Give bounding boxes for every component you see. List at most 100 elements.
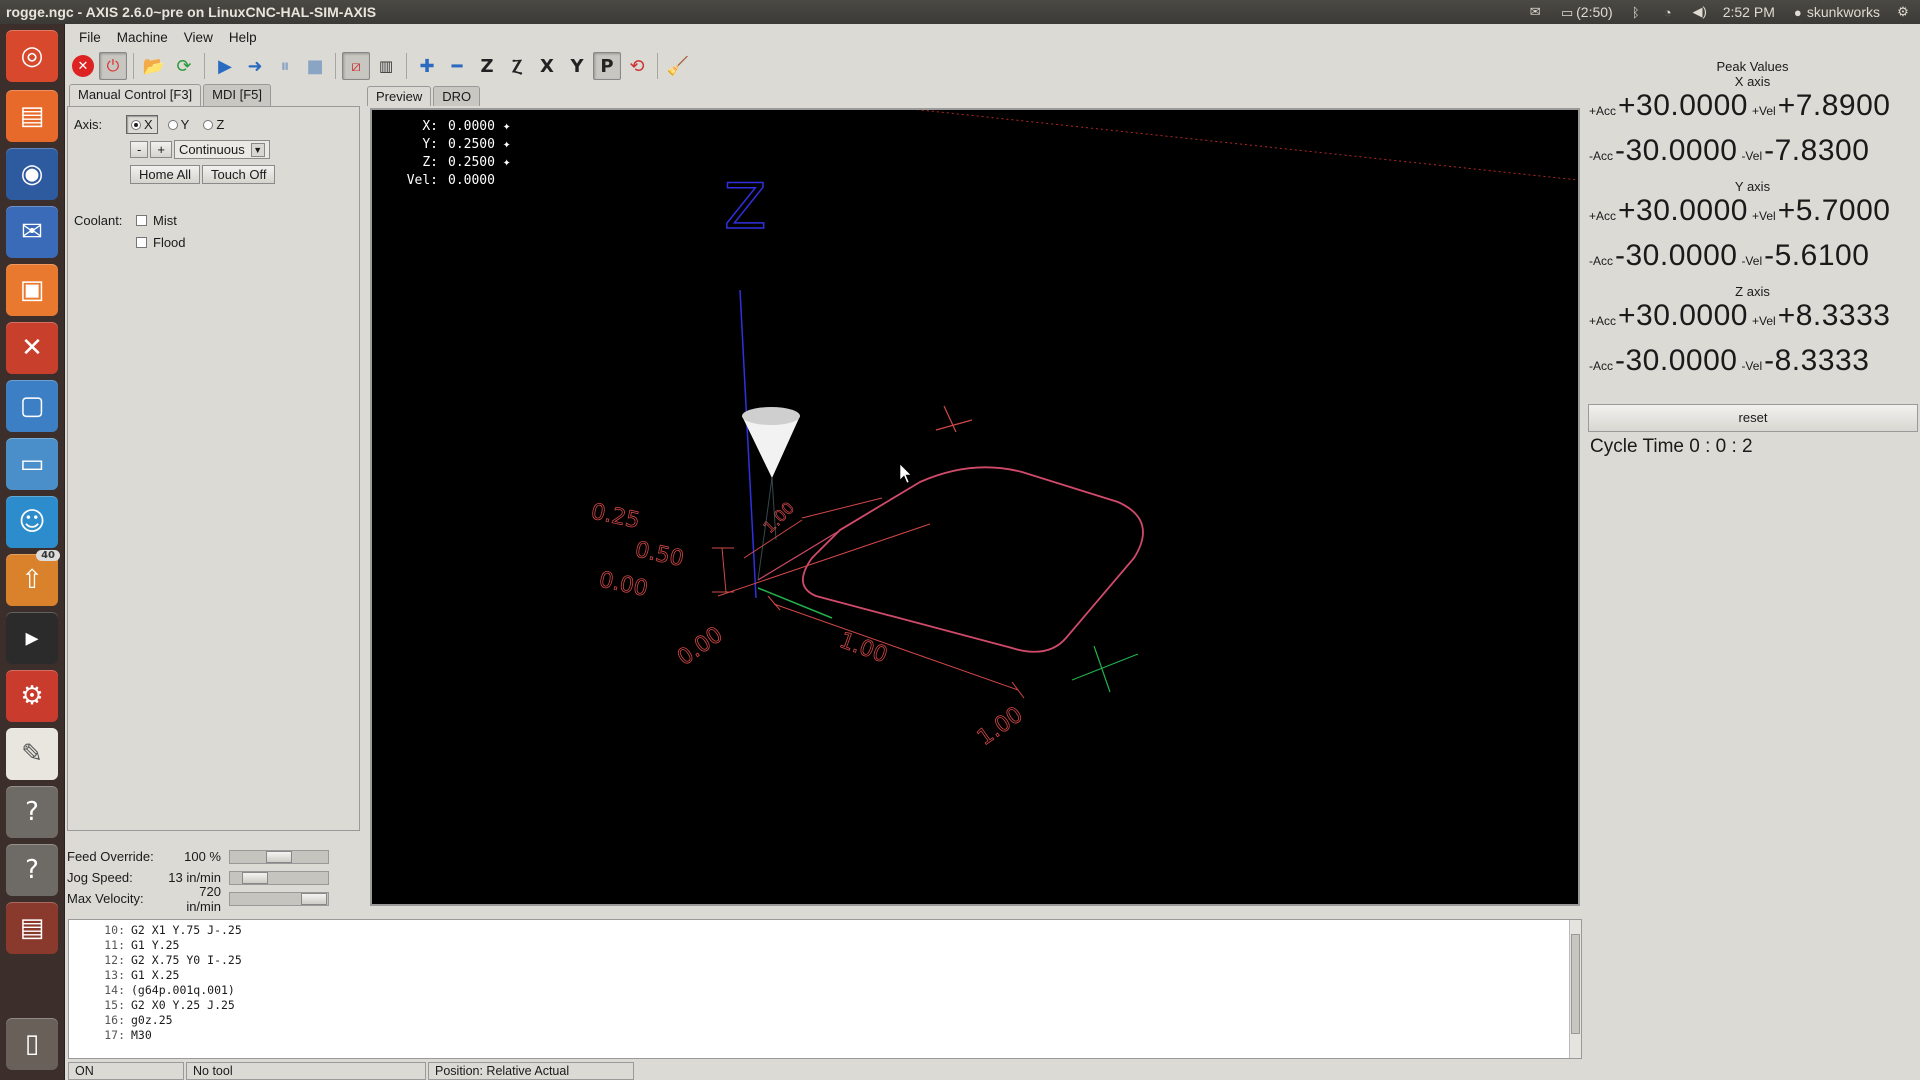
bluetooth-icon[interactable]: ᛒ: [1627, 5, 1645, 20]
jog-minus-button[interactable]: -: [130, 141, 149, 158]
jog-plus-button[interactable]: +: [150, 141, 172, 158]
window-title: rogge.ngc - AXIS 2.6.0~pre on LinuxCNC-H…: [6, 4, 377, 20]
workspace-switcher-icon[interactable]: ▤: [6, 902, 58, 954]
gcode-line[interactable]: 11: G1 Y.25: [69, 938, 1581, 953]
volume-icon[interactable]: ◀): [1691, 4, 1709, 19]
open-file-icon[interactable]: 📂: [140, 52, 168, 80]
user-menu[interactable]: ● skunkworks: [1789, 4, 1880, 20]
max-velocity-label: Max Velocity:: [67, 891, 144, 906]
view-x-icon[interactable]: X: [533, 52, 561, 80]
gcode-line[interactable]: 13: G1 X.25: [69, 968, 1581, 983]
acc-minus-label: -Acc: [1589, 359, 1613, 373]
gcode-line[interactable]: 16: g0z.25: [69, 1013, 1581, 1028]
pause-icon[interactable]: ⏸: [271, 52, 299, 80]
gcode-line-text: G1 X.25: [131, 968, 180, 982]
menu-file[interactable]: File: [71, 30, 109, 45]
user-icon: ●: [1793, 5, 1802, 20]
view-z2-icon[interactable]: Ⲍ: [503, 52, 531, 80]
z-top-label: 0.25: [589, 499, 642, 534]
mist-checkbox[interactable]: Mist: [136, 213, 177, 228]
optional-stop-icon[interactable]: ▥: [372, 52, 400, 80]
clear-backplot-icon[interactable]: 🧹: [664, 52, 692, 80]
mail-icon[interactable]: ✉: [1526, 4, 1544, 19]
dro-vel-value: 0.0000: [448, 173, 495, 188]
gcode-line[interactable]: 10: G2 X1 Y.75 J-.25: [69, 923, 1581, 938]
battery-indicator[interactable]: ▭ (2:50): [1558, 4, 1613, 20]
tab-manual-control[interactable]: Manual Control [F3]: [69, 84, 202, 106]
menu-machine[interactable]: Machine: [109, 30, 176, 45]
gcode-line[interactable]: 15: G2 X0 Y.25 J.25: [69, 998, 1581, 1013]
flood-checkbox[interactable]: Flood: [136, 235, 186, 250]
files-icon[interactable]: ▤: [6, 90, 58, 142]
run-icon[interactable]: ▶: [211, 52, 239, 80]
extent-line: [717, 523, 931, 597]
software-center-icon[interactable]: ▣: [6, 264, 58, 316]
clock[interactable]: 2:52 PM: [1723, 4, 1775, 20]
gcode-line[interactable]: 17: M30: [69, 1028, 1581, 1043]
view-perspective-icon[interactable]: P: [593, 52, 621, 80]
virtualbox-icon[interactable]: ▢: [6, 380, 58, 432]
firefox-icon[interactable]: ◉: [6, 148, 58, 200]
vel-minus-label: -Vel: [1741, 149, 1763, 163]
menu-view[interactable]: View: [176, 30, 221, 45]
chat-icon[interactable]: ☺: [6, 496, 58, 548]
text-editor-icon[interactable]: ✎: [6, 728, 58, 780]
thunderbird-icon[interactable]: ✉: [6, 206, 58, 258]
reset-button[interactable]: reset: [1588, 404, 1918, 432]
slider-thumb[interactable]: [301, 892, 328, 905]
axis-radio-z[interactable]: Z: [199, 116, 228, 133]
gcode-listing[interactable]: 10: G2 X1 Y.75 J-.25 11: G1 Y.25 12: G2 X.75 …: [68, 919, 1582, 1059]
dro-x-value: 0.0000: [448, 119, 495, 134]
dro-x-label: X:: [422, 119, 438, 134]
axis-radio-y[interactable]: Y: [164, 116, 194, 133]
linuxcnc-icon[interactable]: ⚙: [6, 670, 58, 722]
gcode-line-number: 14:: [104, 983, 125, 997]
tab-mdi[interactable]: MDI [F5]: [203, 84, 272, 106]
machine-power-icon[interactable]: ⏻: [99, 52, 127, 80]
scrollbar-thumb[interactable]: [1571, 934, 1580, 1034]
jog-increment-select[interactable]: Continuous ▼: [173, 140, 270, 159]
reload-icon[interactable]: ⟳: [170, 52, 198, 80]
axis-radio-x[interactable]: X: [126, 115, 158, 134]
preview-canvas[interactable]: Z 0.25 0.50 0.00 0.00 1.00 1.00 1.00 X: …: [370, 108, 1580, 906]
slider-thumb[interactable]: [266, 850, 292, 863]
estop-icon[interactable]: ✕: [72, 55, 94, 77]
feed-override-slider[interactable]: [229, 849, 329, 864]
coolant-label: Coolant:: [74, 213, 123, 228]
slider-thumb[interactable]: [241, 871, 268, 884]
x-axis-line: [757, 587, 833, 619]
x-start-label: 0.00: [673, 622, 727, 671]
unknown-app-icon-2[interactable]: ?: [6, 844, 58, 896]
wifi-icon[interactable]: ◔: [1659, 5, 1677, 20]
extent-tick: [767, 595, 781, 611]
jog-speed-slider[interactable]: [229, 870, 329, 885]
rotate-view-icon[interactable]: ⟲: [623, 52, 651, 80]
terminal-icon[interactable]: ▸: [6, 612, 58, 664]
step-icon[interactable]: ➜: [241, 52, 269, 80]
radio-dot-icon: [131, 119, 141, 130]
axis-window: File Machine View Help ✕ ⏻ 📂 ⟳ ▶ ➜ ⏸ ■ ⧄…: [65, 24, 1920, 1080]
trash-icon[interactable]: ▯: [6, 1018, 58, 1070]
gcode-scrollbar[interactable]: [1569, 920, 1581, 1058]
ubuntu-dash-icon[interactable]: ◎: [6, 30, 58, 82]
tab-dro[interactable]: DRO: [433, 86, 481, 106]
system-settings-icon[interactable]: ✕: [6, 322, 58, 374]
stop-icon[interactable]: ■: [301, 52, 329, 80]
unknown-app-icon[interactable]: ?: [6, 786, 58, 838]
view-y-icon[interactable]: Y: [563, 52, 591, 80]
gcode-line[interactable]: 12: G2 X.75 Y0 I-.25: [69, 953, 1581, 968]
home-all-button[interactable]: Home All: [130, 165, 201, 184]
zoom-in-icon[interactable]: ✚: [413, 52, 441, 80]
touch-off-button[interactable]: Touch Off: [202, 165, 276, 184]
gear-icon[interactable]: ⚙: [1894, 4, 1912, 19]
block-delete-icon[interactable]: ⧄: [342, 52, 370, 80]
menu-help[interactable]: Help: [221, 30, 265, 45]
max-velocity-slider[interactable]: [229, 891, 329, 906]
homed-icon: ✦: [502, 137, 511, 152]
update-manager-icon[interactable]: ⇧ 40: [6, 550, 60, 606]
view-z-icon[interactable]: Z: [473, 52, 501, 80]
tab-preview[interactable]: Preview: [367, 86, 432, 106]
remote-desktop-icon[interactable]: ▭: [6, 438, 58, 490]
gcode-line[interactable]: 14: (g64p.001q.001): [69, 983, 1581, 998]
zoom-out-icon[interactable]: ━: [443, 52, 471, 80]
